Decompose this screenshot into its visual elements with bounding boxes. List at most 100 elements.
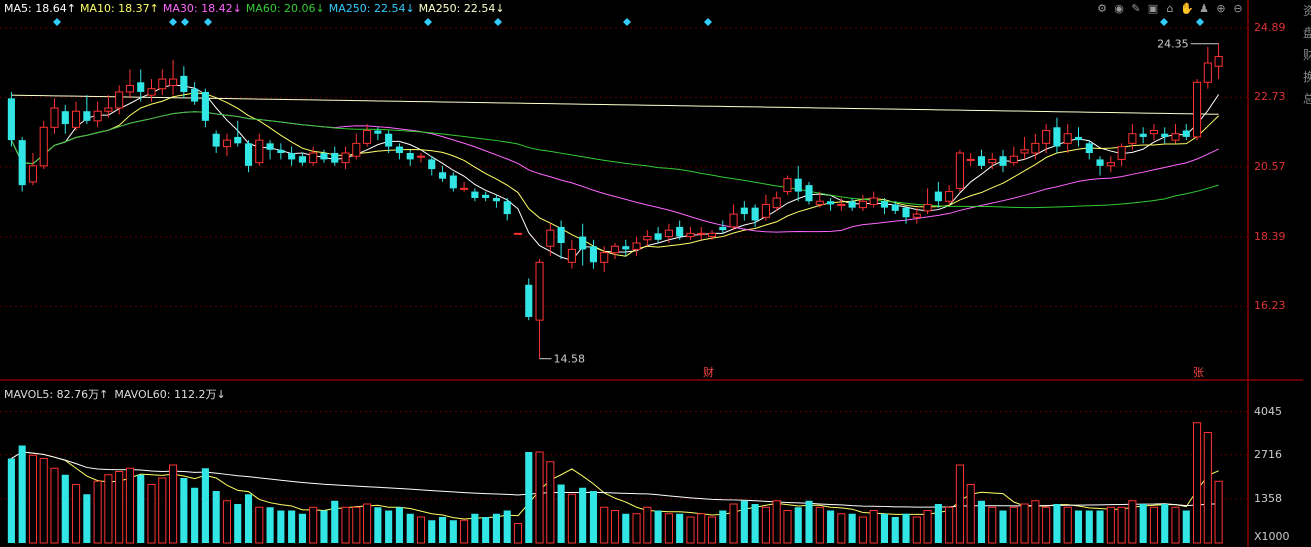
pen-icon[interactable]: ✎ [1129, 2, 1143, 16]
candle-body [1063, 133, 1072, 144]
volume-bar [266, 507, 274, 543]
stock-chart[interactable]: 24.3514.58财张 [0, 0, 1311, 547]
volume-bar [1182, 510, 1190, 543]
ma60-line [10, 111, 1219, 209]
bell-icon[interactable]: ♟ [1197, 2, 1211, 16]
volume-bar [686, 516, 695, 544]
ma-legend-item: MA60: 20.06↓ [245, 2, 325, 15]
grid-lines [0, 0, 1303, 547]
volume-bar [719, 510, 727, 543]
candle-body [535, 261, 544, 321]
volume-bar [643, 506, 652, 544]
candle-body [482, 194, 490, 198]
event-marker-icon [424, 18, 432, 26]
candle-body [61, 111, 69, 125]
candle-body [858, 200, 867, 209]
candle-body [815, 200, 824, 205]
price-annotations: 24.35 14.58 财 张 [539, 38, 1219, 379]
ma-legend-item: MA250: 22.54↓ [418, 2, 505, 15]
volume-bar [374, 507, 382, 543]
volume-bar [1117, 506, 1126, 544]
candle-body [654, 233, 662, 240]
candle-body [740, 207, 748, 215]
candle-body [902, 207, 910, 218]
volume-bar [352, 506, 361, 544]
candle-body [147, 88, 156, 96]
volume-bar [1106, 506, 1115, 544]
candle-body [1149, 130, 1158, 135]
basket-icon[interactable]: ▣ [1146, 2, 1160, 16]
volume-bar [180, 478, 188, 543]
candle-body [1171, 133, 1180, 141]
volume-bar [1009, 506, 1018, 544]
volume-bar [1063, 506, 1072, 544]
volume-bar [341, 506, 350, 544]
zoom-in-icon[interactable]: ⊕ [1214, 2, 1228, 16]
volume-bar [438, 517, 447, 543]
volume-bar [320, 510, 328, 543]
candle-body [977, 156, 986, 166]
ma-legend-item: MA250: 22.54↓ [328, 2, 415, 15]
volume-bar [191, 487, 199, 543]
ma-legend-item: MA30: 18.42↓ [162, 2, 242, 15]
price-tick-label: 22.73 [1254, 90, 1286, 104]
volume-bar [1042, 506, 1051, 544]
candle-body [352, 142, 361, 157]
candle-body [923, 203, 932, 212]
volume-bar [406, 513, 414, 543]
settings-icon[interactable]: ⚙ [1095, 2, 1109, 16]
volume-bar [83, 494, 91, 543]
volume-bar [104, 474, 113, 544]
volume-bar [1192, 422, 1202, 544]
volume-bar [1214, 480, 1223, 544]
candle-body [137, 82, 145, 92]
volume-legend-item: MAVOL5: 82.76万↑ [4, 388, 109, 401]
candle-body [805, 185, 813, 202]
price-tick-label: 20.57 [1254, 159, 1286, 173]
candle-body [783, 178, 792, 193]
candle-body [589, 246, 597, 263]
candle-body [1192, 81, 1202, 138]
volume-bar [50, 467, 59, 544]
volume-bar [1020, 503, 1029, 544]
candle-body [428, 159, 436, 170]
candle-body [891, 204, 899, 211]
candle-body [374, 130, 382, 134]
candle-body [955, 152, 964, 189]
candle-body [115, 91, 124, 109]
candle-body [610, 245, 620, 254]
candle-body [180, 75, 188, 92]
volume-legend-item: MAVOL60: 112.2万↓ [114, 388, 226, 401]
candle-body [449, 175, 457, 189]
candle-body [320, 153, 328, 160]
hand-icon[interactable]: ✋ [1180, 2, 1194, 16]
volume-bar [966, 484, 975, 544]
candle-body [632, 242, 641, 250]
right-strip-text: 总 [1303, 92, 1311, 106]
candlesticks [7, 43, 1223, 359]
event-marker-icon [1160, 18, 1168, 26]
candle-body [222, 139, 232, 148]
home-icon[interactable]: ⌂ [1163, 2, 1177, 16]
candle-body [72, 110, 81, 128]
volume-bar [858, 516, 867, 544]
volume-bar [794, 507, 802, 543]
eye-icon[interactable]: ◉ [1112, 2, 1126, 16]
volume-bar [125, 467, 135, 544]
candle-body [406, 153, 414, 160]
volume-bar [772, 500, 781, 544]
candle-body [363, 130, 372, 144]
candle-body [1117, 146, 1126, 160]
right-strip-text: 财 [1303, 48, 1311, 62]
volume-bar [169, 464, 178, 544]
candle-body [697, 232, 706, 235]
candle-body [567, 248, 576, 263]
volume-legend: MAVOL5: 82.76万↑ MAVOL60: 112.2万↓ [4, 386, 232, 402]
zoom-out-icon[interactable]: ⊖ [1231, 2, 1245, 16]
candle-body [50, 107, 59, 128]
volume-bar [567, 493, 576, 544]
candle-body [416, 155, 426, 158]
candle-body [1020, 149, 1029, 154]
ma10-line [10, 92, 1219, 257]
candle-body [772, 197, 781, 209]
